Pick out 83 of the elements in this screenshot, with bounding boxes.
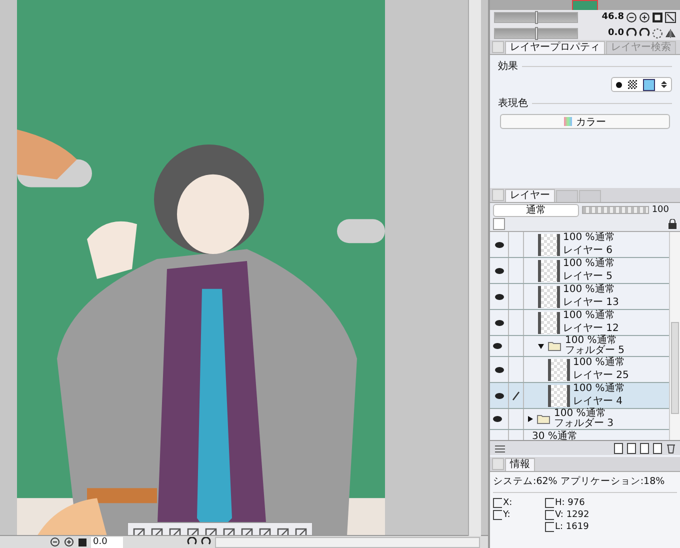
layer-row[interactable]: 100 %通常 フォルダー 3	[490, 409, 669, 430]
layer-thumbnail	[538, 312, 560, 334]
color-mode-dropdown[interactable]: カラー	[500, 114, 670, 129]
layer-mode: 100 %通常	[563, 311, 616, 321]
vertical-scrollbar[interactable]	[468, 0, 481, 536]
new-layer-icon[interactable]	[614, 442, 624, 454]
trash-icon[interactable]	[666, 442, 676, 454]
memory-usage: システム:62% アプリケーション:18%	[493, 475, 677, 493]
eye-icon[interactable]	[494, 392, 504, 398]
angle-field[interactable]: 0.0	[91, 536, 123, 548]
layer-mode: 100 %通常	[573, 384, 625, 394]
layer-name: レイヤー 4	[573, 397, 624, 407]
lock-icon[interactable]	[668, 219, 677, 229]
layer-name: レイヤー 5	[563, 272, 614, 282]
info-label: X:	[503, 498, 512, 508]
opacity-value[interactable]: 100	[652, 205, 677, 215]
panel-tab[interactable]: レイヤープロパティ	[505, 41, 605, 54]
new-layer-icon[interactable]	[653, 442, 663, 454]
horizontal-scrollbar[interactable]	[215, 536, 480, 548]
info-value: H: 976	[555, 498, 585, 508]
blend-mode-dropdown[interactable]: 通常	[493, 204, 579, 216]
layer-name: フォルダー 3	[554, 419, 614, 429]
layer-thumbnail	[548, 358, 570, 380]
rotate-left-icon[interactable]	[187, 537, 197, 547]
layer-color-selector[interactable]	[493, 218, 505, 230]
zoom-in-icon[interactable]	[64, 537, 74, 547]
eye-icon[interactable]	[494, 294, 504, 300]
folder-icon	[548, 341, 561, 351]
layer-row[interactable]: 100 %通常 レイヤー 5	[490, 258, 669, 284]
panel-tab[interactable]: レイヤー	[505, 189, 555, 202]
layer-thumbnail	[538, 260, 560, 282]
rotate-left-icon[interactable]	[626, 28, 637, 38]
info-label: Y:	[503, 510, 510, 520]
layer-mode: 100 %通常	[565, 336, 618, 346]
layer-mode: 100 %通常	[563, 233, 615, 243]
navigator-thumbnail[interactable]	[572, 0, 598, 11]
zoom-out-icon[interactable]	[626, 12, 637, 22]
layer-mode: 30 %通常	[532, 430, 578, 440]
eye-icon[interactable]	[494, 268, 504, 274]
layer-mode: 100 %通常	[573, 358, 626, 368]
layer-thumbnail	[538, 234, 560, 256]
layer-mode: 100 %通常	[563, 259, 615, 269]
layer-row[interactable]: 100 %通常 レイヤー 13	[490, 284, 669, 310]
rotate-right-icon[interactable]	[201, 537, 211, 547]
panel-tab[interactable]: 情報	[505, 458, 535, 471]
vertical-scrollbar[interactable]	[669, 232, 680, 440]
eye-icon[interactable]	[494, 320, 504, 326]
eye-icon[interactable]	[492, 343, 502, 349]
layer-row[interactable]: 100 %通常 レイヤー 6	[490, 232, 669, 258]
layer-name: レイヤー 13	[563, 298, 619, 308]
layer-name: レイヤー 6	[563, 246, 614, 256]
new-layer-icon[interactable]	[640, 442, 650, 454]
folder-icon	[537, 414, 550, 424]
layer-thumbnail	[548, 384, 570, 406]
info-value: V: 1292	[555, 510, 590, 520]
rotate-right-icon[interactable]	[639, 28, 650, 38]
zoom-in-icon[interactable]	[639, 12, 650, 22]
pen-icon	[512, 390, 520, 400]
section-label: 表現色	[498, 96, 528, 110]
layer-row[interactable]: 100 %通常 レイヤー 12	[490, 310, 669, 336]
layer-row[interactable]: 100 %通常 フォルダー 5	[490, 336, 669, 357]
layer-thumbnail	[538, 286, 560, 308]
zoom-out-icon[interactable]	[50, 537, 60, 547]
eye-icon[interactable]	[494, 242, 504, 248]
layer-row[interactable]: 100 %通常 レイヤー 4	[490, 383, 669, 409]
layer-row[interactable]: 100 %通常 レイヤー 25	[490, 357, 669, 383]
zoom-slider-thumb[interactable]	[535, 10, 538, 24]
layer-mode: 100 %通常	[563, 285, 616, 295]
layers-icon[interactable]	[494, 443, 506, 453]
zoom-value: 46.8	[602, 12, 624, 22]
layer-name: レイヤー 25	[573, 371, 629, 381]
layer-mode: 100 %通常	[554, 409, 607, 419]
layer-name: フォルダー 5	[565, 346, 625, 356]
rotation-slider-thumb[interactable]	[535, 26, 538, 40]
section-label: 効果	[498, 60, 518, 73]
layer-name: レイヤー 12	[563, 324, 619, 334]
effect-selector[interactable]	[611, 77, 672, 92]
eye-icon[interactable]	[492, 416, 502, 422]
eye-icon[interactable]	[494, 366, 504, 372]
reset-icon[interactable]	[652, 28, 663, 38]
new-layer-icon[interactable]	[627, 442, 637, 454]
rotation-value: 0.0	[608, 28, 624, 38]
info-value: L: 1619	[555, 522, 589, 532]
